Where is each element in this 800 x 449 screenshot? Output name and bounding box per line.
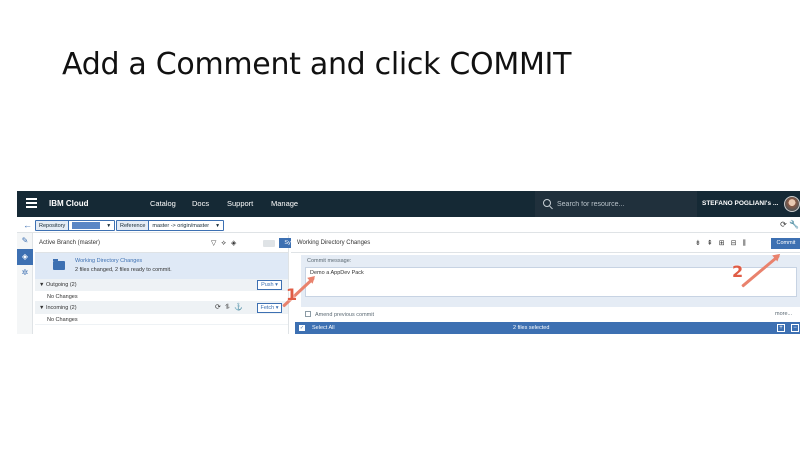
repository-label: Repository [36,221,70,230]
commit-button[interactable]: Commit [771,238,800,249]
outgoing-body: No Changes [35,291,288,302]
back-arrow-icon[interactable]: ← [23,220,32,230]
gear-icon[interactable]: ✲ [17,265,33,281]
nav-manage[interactable]: Manage [271,199,298,208]
wdc-summary: 2 files changed, 2 files ready to commit… [75,267,172,273]
wdc-title: Working Directory Changes [75,258,143,264]
selected-count: 2 files selected [513,325,550,331]
outgoing-header[interactable]: ▼ Outgoing (2) Push ▾ [35,279,288,291]
select-all-checkbox[interactable]: ✓ [299,325,305,331]
incoming-body: No Changes [35,314,288,325]
edit-icon[interactable]: ✎ [17,233,33,249]
push-button[interactable]: Push ▾ [257,280,282,290]
repository-select[interactable]: Repository ▼ [35,220,116,231]
search-input[interactable] [557,197,687,211]
repository-value [72,222,101,229]
avatar[interactable] [784,196,800,212]
menu-icon[interactable] [26,198,37,208]
outgoing-label: ▼ Outgoing (2) [39,282,77,288]
select-all-label: Select All [312,325,335,331]
incoming-empty: No Changes [47,317,78,323]
reference-label: Reference [117,221,150,230]
top-navbar: IBM Cloud Catalog Docs Support Manage ST… [17,191,800,217]
search-box [535,191,697,217]
nav-catalog[interactable]: Catalog [150,199,176,208]
nav-support[interactable]: Support [227,199,253,208]
filter-icons[interactable]: ▽⟡◈ [211,239,241,248]
amend-label: Amend previous commit [315,312,374,318]
nav-docs[interactable]: Docs [192,199,209,208]
plus-icon[interactable]: + [777,324,785,332]
outgoing-empty: No Changes [47,294,78,300]
ibm-cloud-screenshot: IBM Cloud Catalog Docs Support Manage ST… [17,191,800,334]
incoming-label: ▼ Incoming (2) [39,305,77,311]
amend-option[interactable]: Amend previous commit [305,311,374,318]
annotation-step-1: 1 [286,285,298,304]
git-icon[interactable]: ◈ [17,249,33,265]
changes-title: Working Directory Changes [297,240,371,246]
branch-header: Active Branch (master) ▽⟡◈ Sync [35,235,302,253]
branch-panel: Active Branch (master) ▽⟡◈ Sync Working … [35,235,302,334]
chevron-down-icon: ▼ [106,222,112,229]
incoming-actions-icons[interactable]: ⟳⥮⚓ [215,303,247,312]
user-account[interactable]: STEFANO POGLIANI's ... [702,200,778,207]
reference-select[interactable]: Reference master -> origin/master ▼ [116,220,225,231]
more-link[interactable]: more... [775,311,792,317]
toggle-switch[interactable] [263,240,275,247]
incoming-header[interactable]: ▼ Incoming (2) ⟳⥮⚓ Fetch ▾ [35,302,288,314]
search-icon [543,199,551,207]
left-rail: ✎ ◈ ✲ [17,233,33,334]
working-directory-item[interactable]: Working Directory Changes 2 files change… [35,253,288,279]
amend-checkbox[interactable] [305,311,311,317]
selection-bar: ✓ Select All 2 files selected + − [295,322,800,334]
repo-toolbar: ← Repository ▼ Reference master -> origi… [17,217,800,233]
toolbar-icons[interactable]: ⇟⇞⊞⊟⫼ [695,239,752,248]
changes-header: Working Directory Changes ⇟⇞⊞⊟⫼ Commit [291,235,800,253]
changes-panel: Working Directory Changes ⇟⇞⊞⊟⫼ Commit C… [291,235,800,334]
chevron-down-icon: ▼ [215,222,221,229]
folder-icon [53,259,65,270]
commit-message-label: Commit message: [307,258,352,264]
branch-title: Active Branch (master) [39,240,101,246]
brand-logo[interactable]: IBM Cloud [49,199,89,208]
commit-message-area: Commit message: Demo a AppDev Pack [301,255,800,307]
minus-icon[interactable]: − [791,324,799,332]
reference-value: master -> origin/master [152,222,210,229]
settings-icons[interactable]: ⟳ 🔧 [780,220,799,229]
commit-message-input[interactable]: Demo a AppDev Pack [305,267,797,297]
fetch-button[interactable]: Fetch ▾ [257,303,282,313]
annotation-step-2: 2 [732,262,744,281]
slide-title: Add a Comment and click COMMIT [62,47,572,82]
